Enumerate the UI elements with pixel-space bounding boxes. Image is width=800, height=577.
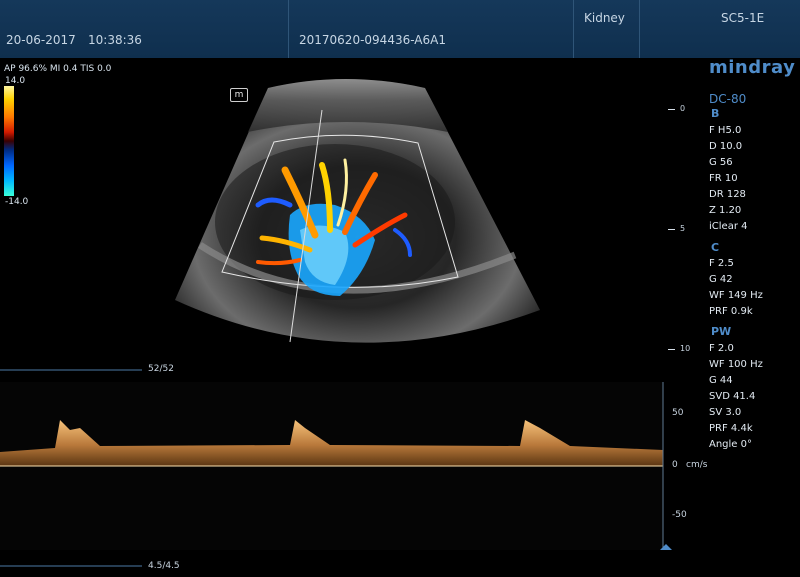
pw-mode-heading: PW xyxy=(711,325,732,338)
b-param: Z 1.20 xyxy=(709,205,742,216)
color-param: G 42 xyxy=(709,274,733,285)
b-param: iClear 4 xyxy=(709,221,748,232)
pw-param: F 2.0 xyxy=(709,343,734,354)
pw-param: SVD 41.4 xyxy=(709,391,756,402)
brand-logo: mindray xyxy=(709,57,796,78)
color-param: PRF 0.9k xyxy=(709,306,753,317)
pw-param: G 44 xyxy=(709,375,733,386)
color-param: WF 149 Hz xyxy=(709,290,763,301)
spectral-top-marker: 52/52 xyxy=(148,364,174,374)
b-param: FR 10 xyxy=(709,173,738,184)
b-param: DR 128 xyxy=(709,189,746,200)
velocity-unit: cm/s xyxy=(686,460,708,470)
b-param: F H5.0 xyxy=(709,125,742,136)
depth-tick xyxy=(668,109,675,110)
color-mode-heading: C xyxy=(711,241,720,254)
velocity-label: 0 xyxy=(672,460,678,470)
depth-label: 0 xyxy=(680,104,686,113)
device-model: DC-80 xyxy=(709,92,747,106)
pw-param: Angle 0° xyxy=(709,439,752,450)
logo-badge: m xyxy=(230,88,248,102)
depth-tick xyxy=(668,229,675,230)
pw-param: WF 100 Hz xyxy=(709,359,763,370)
b-param: D 10.0 xyxy=(709,141,743,152)
velocity-label: -50 xyxy=(672,510,687,520)
depth-label: 10 xyxy=(680,344,691,353)
ultrasound-image xyxy=(0,79,672,567)
b-mode-heading: B xyxy=(711,107,720,120)
velocity-label: 50 xyxy=(672,408,684,418)
pw-param: SV 3.0 xyxy=(709,407,742,418)
pw-param: PRF 4.4k xyxy=(709,423,753,434)
depth-tick xyxy=(668,349,675,350)
color-param: F 2.5 xyxy=(709,258,734,269)
b-param: G 56 xyxy=(709,157,733,168)
depth-label: 5 xyxy=(680,224,686,233)
spectral-bottom-marker: 4.5/4.5 xyxy=(148,561,180,571)
